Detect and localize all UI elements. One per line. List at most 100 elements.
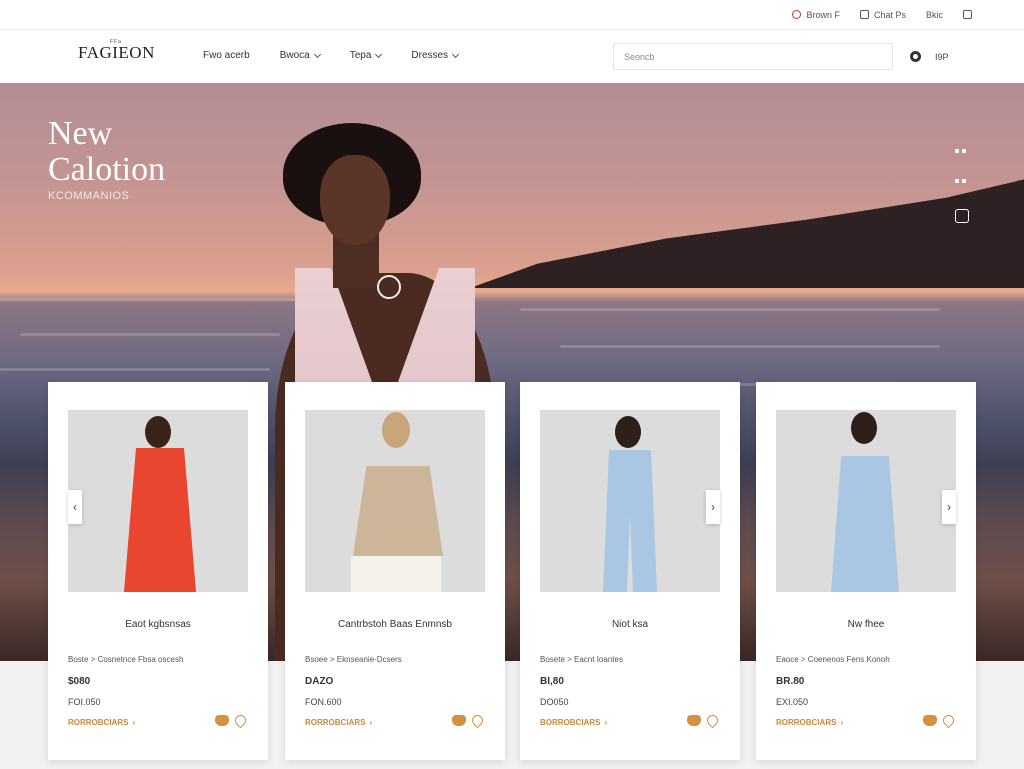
add-to-cart-button[interactable]: RORROBCIARS › <box>305 718 372 727</box>
hero-title: New Calotion <box>48 116 165 188</box>
product-price-secondary: EXI.050 <box>776 697 809 707</box>
utility-location-label: Brown F <box>806 9 840 20</box>
product-figure-head <box>145 416 171 448</box>
product-name[interactable]: Nw fhee <box>756 619 976 630</box>
bag-icon[interactable] <box>923 715 937 726</box>
utility-location[interactable]: Brown F <box>792 10 840 20</box>
nav-item-new[interactable]: Fwo acerb <box>203 50 250 61</box>
utility-chat[interactable]: Chat Ps <box>859 10 906 20</box>
product-figure-skirt <box>351 556 441 592</box>
hero-title-line2: Calotion <box>48 151 166 188</box>
nav-item-brands-label: Bwoca <box>279 50 310 61</box>
user-icon[interactable] <box>963 10 972 19</box>
product-image[interactable] <box>540 410 720 592</box>
account-label[interactable]: I9P <box>935 52 949 62</box>
product-image[interactable] <box>305 410 485 592</box>
product-name[interactable]: Niot ksa <box>520 619 740 630</box>
product-category: Eaoce > Coenenos Fens Konoh <box>776 655 890 664</box>
instagram-icon[interactable] <box>955 209 969 223</box>
card-actions <box>923 712 957 729</box>
product-card[interactable]: › Nw fhee Eaoce > Coenenos Fens Konoh BR… <box>756 382 976 760</box>
bag-icon[interactable] <box>215 715 229 726</box>
product-card[interactable]: › Niot ksa Bosete > Eacnt Ioantes BI,80 … <box>520 382 740 760</box>
hero-controls <box>955 149 969 223</box>
product-figure-dress <box>124 448 196 592</box>
utility-bar: Brown F Chat Ps Bkic <box>0 0 1024 30</box>
product-category: Bsoee > Eknseanie-Dcsers <box>305 655 402 664</box>
product-card[interactable]: ‹ Eaot kgbsnsas Boste > Cosnetnce Fbsa o… <box>48 382 268 760</box>
add-to-cart-button[interactable]: RORROBCIARS › <box>68 718 135 727</box>
prev-arrow[interactable]: ‹ <box>68 490 82 524</box>
utility-account[interactable]: Bkic <box>926 10 943 20</box>
heart-icon[interactable] <box>469 712 486 729</box>
add-to-cart-label: RORROBCIARS <box>776 718 837 727</box>
nav-item-dresses-label: Dresses <box>411 50 449 61</box>
add-to-cart-label: BORROBCIARS <box>540 718 601 727</box>
slide-indicator[interactable] <box>955 179 969 187</box>
next-arrow[interactable]: › <box>706 490 720 524</box>
nav-item-tops-label: Tepa <box>349 50 372 61</box>
chevron-down-icon <box>375 50 383 58</box>
product-price: BR.80 <box>776 676 805 687</box>
product-figure-jumpsuit <box>603 450 657 592</box>
utility-account-label: Bkic <box>925 9 943 20</box>
product-name[interactable]: Cantrbstoh Baas Enmnsb <box>285 619 505 630</box>
chevron-down-icon <box>313 50 321 58</box>
model-face <box>320 155 390 245</box>
product-category: Bosete > Eacnt Ioantes <box>540 655 623 664</box>
bag-icon[interactable] <box>452 715 466 726</box>
product-figure-head <box>382 412 410 448</box>
product-figure-dress <box>831 456 899 592</box>
hero-wave <box>560 345 940 348</box>
product-price-secondary: FON.600 <box>305 697 342 707</box>
hero-hill <box>470 178 1024 288</box>
hero-wave <box>0 298 300 301</box>
add-to-cart-button[interactable]: RORROBCIARS › <box>776 718 843 727</box>
product-card[interactable]: Cantrbstoh Baas Enmnsb Bsoee > Eknseanie… <box>285 382 505 760</box>
slide-indicator[interactable] <box>955 149 969 157</box>
heart-icon[interactable] <box>232 712 249 729</box>
product-figure-top <box>353 466 443 556</box>
product-name[interactable]: Eaot kgbsnsas <box>48 619 268 630</box>
site-logo[interactable]: FAGIEON <box>78 43 155 63</box>
model-necklace <box>377 275 401 299</box>
product-price: BI,80 <box>540 676 564 687</box>
nav-item-brands[interactable]: Bwoca <box>279 50 321 61</box>
product-price: $080 <box>68 676 91 687</box>
chevron-right-icon: › <box>840 718 844 727</box>
location-icon <box>792 10 802 19</box>
product-price-secondary: FOI.050 <box>68 697 101 707</box>
nav-item-tops[interactable]: Tepa <box>349 50 383 61</box>
chevron-right-icon: › <box>604 718 608 727</box>
product-figure-head <box>851 412 877 444</box>
product-category: Boste > Cosnetnce Fbsa oscesh <box>68 655 184 664</box>
card-actions <box>452 712 486 729</box>
product-figure-head <box>615 416 641 448</box>
product-image[interactable] <box>776 410 956 592</box>
header-icons: I9P <box>910 51 949 62</box>
next-arrow[interactable]: › <box>942 490 956 524</box>
hero-wave <box>520 308 940 311</box>
chevron-right-icon: › <box>132 718 136 727</box>
chevron-down-icon <box>452 50 460 58</box>
card-actions <box>687 712 721 729</box>
hero-title-line1: New <box>48 115 113 152</box>
product-price: DAZO <box>305 676 334 687</box>
card-actions <box>215 712 249 729</box>
nav-item-new-label: Fwo acerb <box>203 50 250 61</box>
nav-item-dresses[interactable]: Dresses <box>411 50 460 61</box>
add-to-cart-button[interactable]: BORROBCIARS › <box>540 718 607 727</box>
add-to-cart-label: RORROBCIARS <box>68 718 129 727</box>
hero-wave <box>20 333 280 336</box>
search-input[interactable] <box>613 43 893 70</box>
gear-icon[interactable] <box>910 51 921 62</box>
product-image[interactable] <box>68 410 248 592</box>
heart-icon[interactable] <box>940 712 957 729</box>
hero-subtitle[interactable]: KCOMMANIOS <box>48 190 129 202</box>
bag-icon[interactable] <box>687 715 701 726</box>
product-price-secondary: DO050 <box>540 697 569 707</box>
main-nav: Fwo acerb Bwoca Tepa Dresses <box>203 50 460 61</box>
heart-icon[interactable] <box>704 712 721 729</box>
hero-wave <box>0 368 270 371</box>
main-header: FFa FAGIEON Fwo acerb Bwoca Tepa Dresses… <box>0 31 1024 83</box>
